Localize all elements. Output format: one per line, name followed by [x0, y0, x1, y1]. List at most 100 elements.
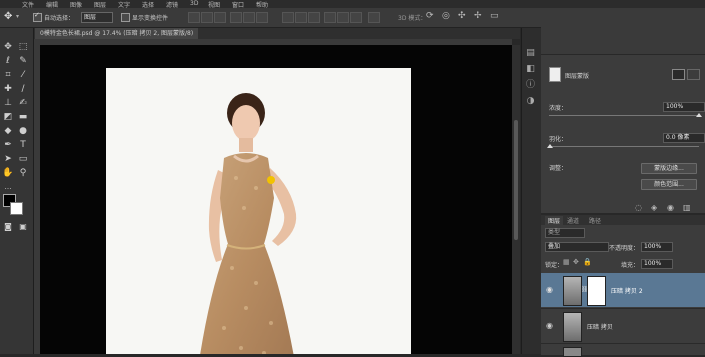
lock-pixels-icon[interactable]: ▦	[563, 258, 570, 266]
3d-pan-icon[interactable]: ✣	[458, 11, 466, 21]
auto-select-label: 自动选择：	[44, 15, 75, 22]
scrollbar-thumb[interactable]	[514, 120, 518, 240]
density-slider[interactable]	[549, 115, 699, 116]
3d-slide-icon[interactable]: ✢	[474, 11, 482, 21]
healing-brush-icon[interactable]: ✚	[2, 84, 14, 95]
layer-thumbnail[interactable]	[563, 347, 582, 357]
layer-thumbnail[interactable]	[563, 276, 582, 306]
align-bottom-icon[interactable]	[214, 12, 226, 23]
edit-toolbar-icon[interactable]: …	[2, 182, 14, 193]
distribute-bottom-icon[interactable]	[308, 12, 320, 23]
density-slider-knob[interactable]	[696, 113, 702, 117]
marquee-tool-icon[interactable]: ⬚	[17, 42, 29, 53]
3d-scale-icon[interactable]: ▭	[490, 11, 499, 21]
adjust-label: 调整：	[549, 165, 568, 172]
history-panel-icon[interactable]: ▤	[525, 48, 536, 59]
distribute-top-icon[interactable]	[282, 12, 294, 23]
vector-mask-icon[interactable]	[687, 69, 700, 80]
tab-layers[interactable]: 图层	[545, 216, 564, 225]
layer-kind-filter[interactable]: 类型	[545, 228, 585, 238]
align-hcenter-icon[interactable]	[243, 12, 255, 23]
eraser-tool-icon[interactable]: ◩	[2, 112, 14, 123]
layer-row[interactable]	[541, 343, 705, 357]
menu-3d[interactable]: 3D	[190, 0, 198, 7]
color-panel	[541, 8, 705, 54]
mode-3d-label: 3D 模式：	[398, 15, 427, 22]
distribute-left-icon[interactable]	[324, 12, 336, 23]
pen-tool-icon[interactable]: ✒	[2, 140, 14, 151]
auto-align-icon[interactable]	[368, 12, 380, 23]
align-vcenter-icon[interactable]	[201, 12, 213, 23]
document-tab[interactable]: 0模特金色长裙.psd @ 17.4% (压暗 拷贝 2, 图层蒙版/8)	[35, 28, 199, 39]
history-brush-icon[interactable]: ✍	[17, 98, 29, 109]
lasso-tool-icon[interactable]: ℓ	[2, 56, 14, 67]
lock-all-icon[interactable]: 🔒	[583, 258, 592, 266]
gradient-tool-icon[interactable]: ▬	[17, 112, 29, 123]
mask-edge-button[interactable]: 蒙版边缘...	[641, 163, 697, 174]
layer-row[interactable]: ◉ 压暗 拷贝	[541, 308, 705, 343]
clone-stamp-icon[interactable]: ⊥	[2, 98, 14, 109]
feather-slider[interactable]	[549, 146, 699, 147]
color-range-button[interactable]: 颜色范围...	[641, 179, 697, 190]
show-transform-checkbox[interactable]	[121, 13, 130, 22]
distribute-hcenter-icon[interactable]	[337, 12, 349, 23]
feather-input[interactable]: 0.0 像素	[663, 133, 705, 143]
properties-panel-icon[interactable]: ◧	[525, 64, 536, 75]
zoom-tool-icon[interactable]: ⚲	[17, 168, 29, 179]
eyedropper-tool-icon[interactable]: ⁄	[17, 70, 29, 81]
opacity-input[interactable]: 100%	[641, 242, 673, 252]
model-photo	[200, 93, 297, 354]
tools-panel: ✥ ⬚ ℓ ✎ ⌗ ⁄ ✚ ∕ ⊥ ✍ ◩ ▬ ◆ ● ✒ T ➤ ▭ ✋ ⚲ …	[0, 28, 34, 354]
load-selection-icon[interactable]: ◌	[635, 203, 642, 212]
quick-select-tool-icon[interactable]: ✎	[17, 56, 29, 67]
canvas-area[interactable]	[40, 45, 512, 354]
layer-name[interactable]: 压暗 拷贝	[587, 322, 613, 331]
lock-position-icon[interactable]: ✥	[573, 258, 579, 266]
pixel-mask-icon[interactable]	[672, 69, 685, 80]
blur-tool-icon[interactable]: ◆	[2, 126, 14, 137]
blend-mode-dropdown[interactable]: 叠加	[545, 242, 609, 252]
mask-thumbnail-icon	[549, 67, 561, 82]
align-left-icon[interactable]	[230, 12, 242, 23]
visibility-eye-icon[interactable]: ◉	[546, 321, 553, 330]
shape-tool-icon[interactable]: ▭	[17, 154, 29, 165]
layer-mask-thumbnail[interactable]	[587, 276, 606, 306]
tab-channels[interactable]: 通道	[567, 216, 579, 225]
info-panel-icon[interactable]: ⓘ	[525, 80, 536, 91]
brush-tool-icon[interactable]: ∕	[17, 84, 29, 95]
tool-preset-arrow-icon[interactable]: ▾	[16, 13, 19, 20]
menu-bar: 文件 编辑 图像 图层 文字 选择 滤镜 3D 视图 窗口 帮助	[0, 0, 705, 9]
align-right-icon[interactable]	[256, 12, 268, 23]
move-tool-icon[interactable]: ✥	[2, 42, 14, 53]
auto-select-dropdown[interactable]: 图层	[81, 12, 113, 23]
layer-name[interactable]: 压暗 拷贝 2	[611, 286, 643, 295]
layer-thumbnail[interactable]	[563, 312, 582, 342]
visibility-mask-icon[interactable]: ◉	[667, 203, 674, 212]
align-top-icon[interactable]	[188, 12, 200, 23]
tab-paths[interactable]: 路径	[589, 216, 601, 225]
background-color-swatch[interactable]	[10, 202, 23, 215]
hand-tool-icon[interactable]: ✋	[2, 168, 14, 179]
3d-rotate-icon[interactable]: ⟳	[426, 11, 434, 21]
distribute-right-icon[interactable]	[350, 12, 362, 23]
visibility-eye-icon[interactable]: ◉	[546, 285, 553, 294]
type-tool-icon[interactable]: T	[17, 140, 29, 151]
feather-slider-knob[interactable]	[547, 144, 553, 148]
layers-tab-bar	[541, 215, 705, 225]
quick-mask-icon[interactable]: ◙	[2, 221, 14, 232]
distribute-vcenter-icon[interactable]	[295, 12, 307, 23]
delete-mask-icon[interactable]: ▥	[683, 203, 691, 212]
fill-input[interactable]: 100%	[641, 259, 673, 269]
crop-tool-icon[interactable]: ⌗	[2, 70, 14, 81]
auto-select-checkbox[interactable]	[33, 11, 42, 22]
density-input[interactable]: 100%	[663, 102, 705, 112]
screen-mode-icon[interactable]: ▣	[17, 221, 29, 232]
layer-row-selected[interactable]: ◉ ⛓ 压暗 拷贝 2	[541, 273, 705, 307]
adjustments-panel-icon[interactable]: ◑	[525, 96, 536, 107]
path-select-icon[interactable]: ➤	[2, 154, 14, 165]
3d-roll-icon[interactable]: ◎	[442, 11, 450, 21]
apply-mask-icon[interactable]: ◈	[651, 203, 657, 212]
document-image[interactable]	[106, 68, 411, 354]
dodge-tool-icon[interactable]: ●	[17, 126, 29, 137]
move-tool-icon[interactable]: ✥	[4, 11, 12, 22]
